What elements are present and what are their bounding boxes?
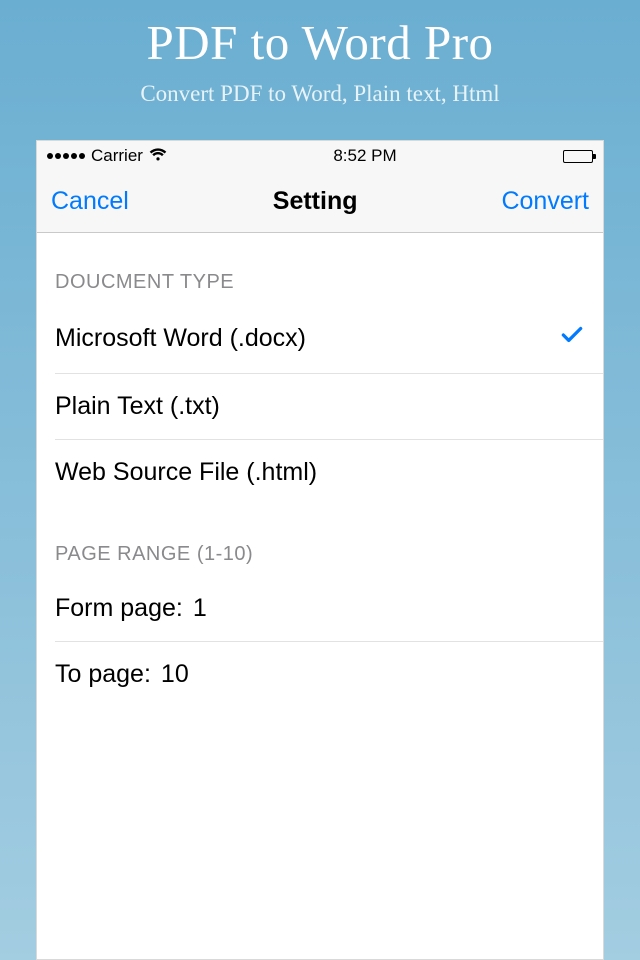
to-page-value[interactable]: 10 [161,660,189,689]
from-page-value[interactable]: 1 [193,594,207,623]
signal-dots-icon [47,153,85,159]
settings-content: DOUCMENT TYPE Microsoft Word (.docx) Pla… [37,233,603,959]
hero-title: PDF to Word Pro [0,14,640,71]
to-page-label: To page: [55,660,151,689]
checkmark-icon [559,322,585,355]
hero-subtitle: Convert PDF to Word, Plain text, Html [0,81,640,107]
section-header-document-type: DOUCMENT TYPE [37,233,603,304]
nav-title: Setting [273,187,358,216]
nav-bar: Cancel Setting Convert [37,171,603,233]
doc-type-option-label: Microsoft Word (.docx) [55,324,306,353]
cancel-button[interactable]: Cancel [51,187,129,216]
doc-type-option-html[interactable]: Web Source File (.html) [37,440,603,505]
carrier-label: Carrier [91,146,143,166]
phone-frame: Carrier 8:52 PM Cancel Setting Convert D… [36,140,604,960]
hero-banner: PDF to Word Pro Convert PDF to Word, Pla… [0,0,640,107]
doc-type-option-docx[interactable]: Microsoft Word (.docx) [37,304,603,373]
doc-type-option-txt[interactable]: Plain Text (.txt) [37,374,603,439]
convert-button[interactable]: Convert [501,187,589,216]
to-page-row[interactable]: To page: 10 [37,642,603,707]
section-header-page-range: PAGE RANGE (1-10) [37,505,603,576]
status-bar: Carrier 8:52 PM [37,141,603,171]
doc-type-option-label: Plain Text (.txt) [55,392,220,421]
status-time: 8:52 PM [333,146,396,166]
wifi-icon [149,147,167,165]
battery-icon [563,150,593,163]
from-page-row[interactable]: Form page: 1 [37,576,603,641]
doc-type-option-label: Web Source File (.html) [55,458,317,487]
from-page-label: Form page: [55,594,183,623]
